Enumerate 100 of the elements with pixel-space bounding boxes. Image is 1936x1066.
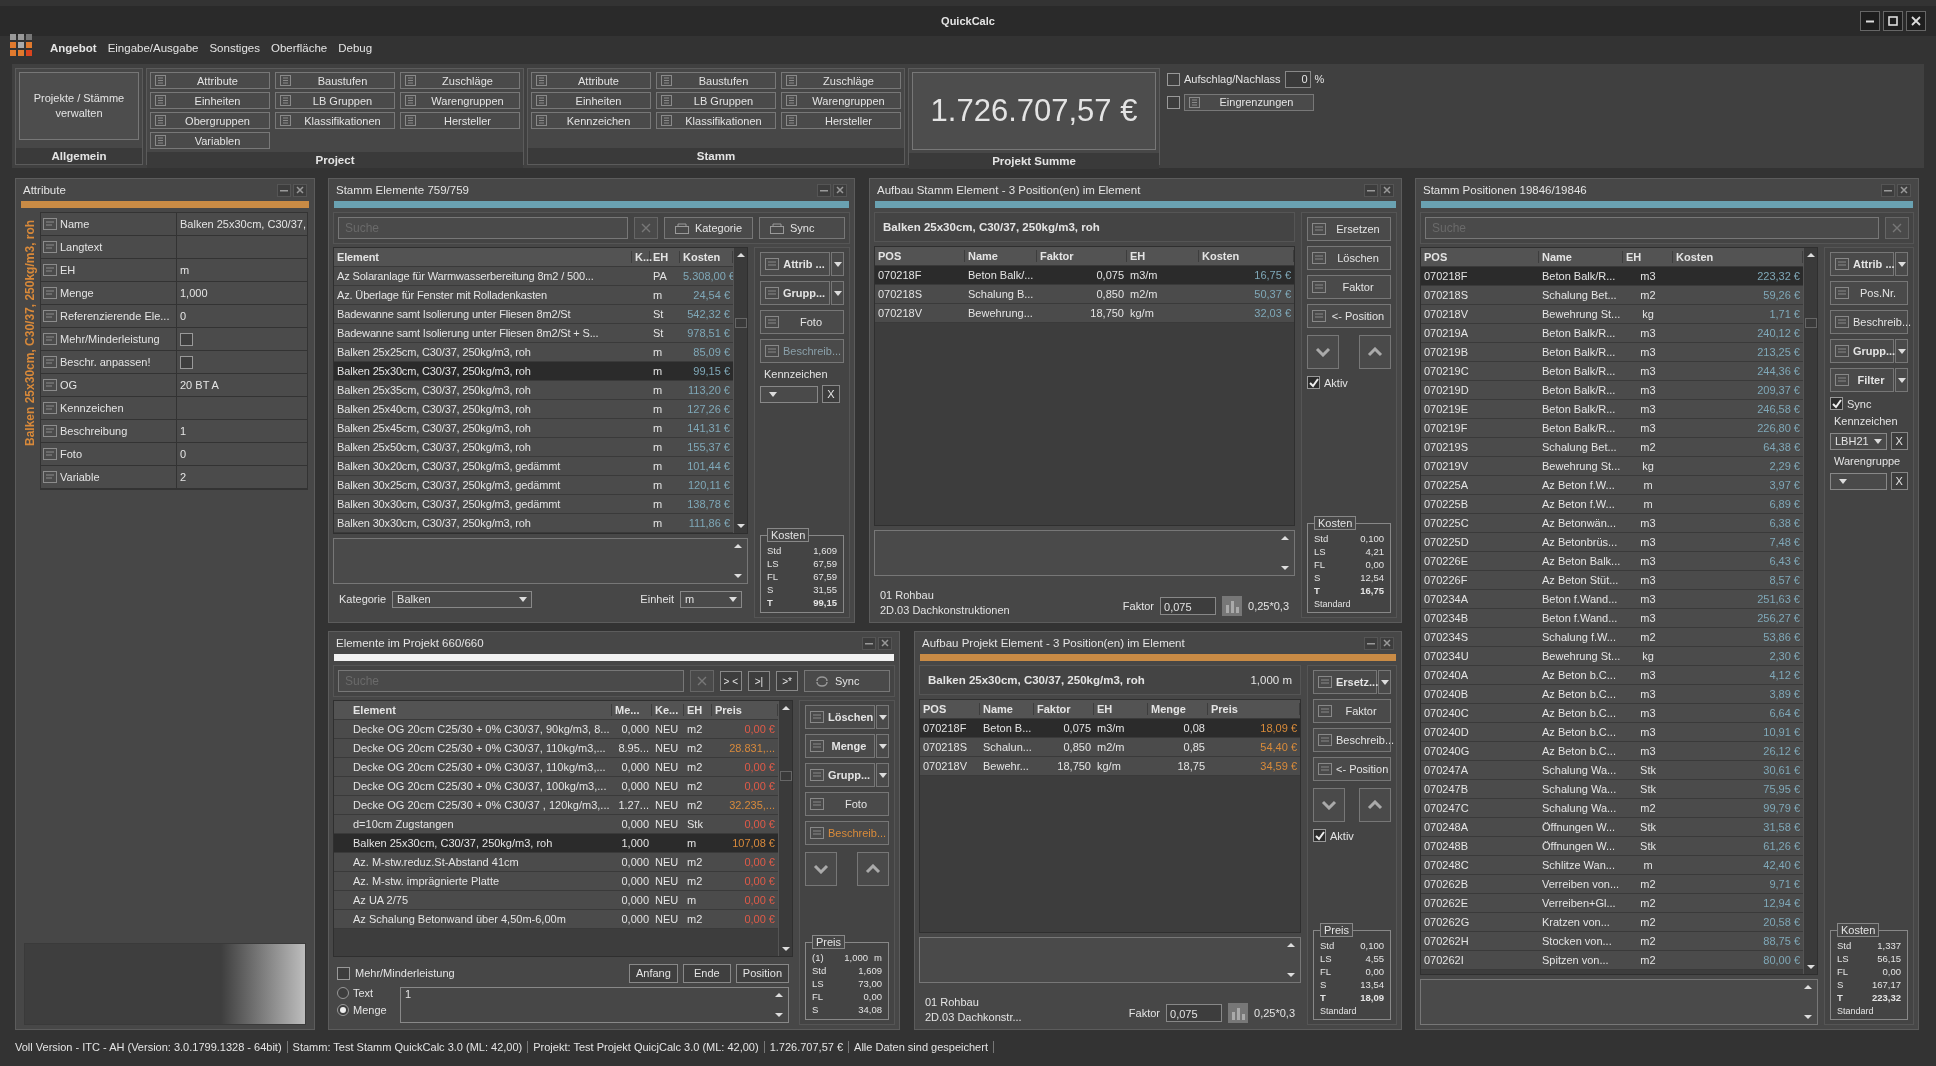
table-row[interactable]: 070225A Az Beton f.W... m 3,97 € [1421, 476, 1803, 495]
table-row[interactable]: 070262G Kratzen von... m2 20,58 € [1421, 913, 1803, 932]
table-row[interactable]: 070234B Beton f.Wand... m3 256,27 € [1421, 609, 1803, 628]
column-header[interactable]: Faktor [1034, 703, 1094, 715]
table-row[interactable]: Balken 25x40cm, C30/37, 250kg/m3, roh m 127,26 € [334, 400, 733, 419]
clear-button[interactable] [633, 217, 658, 239]
arrow-down-icon[interactable] [732, 572, 744, 580]
table-row[interactable]: 070248B Öffnungen W... Stk 61,26 € [1421, 837, 1803, 856]
close-button[interactable] [1906, 11, 1926, 31]
minimize-button[interactable] [1881, 183, 1895, 197]
ribbon-button[interactable]: Attribute [150, 72, 270, 89]
category-dropdown[interactable]: Balken [392, 590, 533, 608]
dropdown-button[interactable] [1895, 252, 1908, 276]
menu-item[interactable]: Debug [337, 42, 374, 54]
ribbon-button[interactable]: Obergruppen [150, 112, 270, 129]
side-button[interactable]: Ersetz... [1313, 670, 1377, 694]
attribute-value[interactable]: m [180, 264, 190, 276]
small-button[interactable]: Ende [682, 963, 731, 983]
table-row[interactable]: 070218V Bewehrung St... kg 1,71 € [1421, 305, 1803, 324]
small-button[interactable]: Anfang [629, 963, 678, 983]
table-row[interactable]: 070219B Beton Balk/R... m3 213,25 € [1421, 343, 1803, 362]
factor-field[interactable]: 0,075 [1160, 597, 1216, 615]
attribute-value[interactable]: 1,000 [180, 287, 208, 299]
side-button[interactable]: Faktor [1307, 275, 1391, 299]
table-row[interactable]: Balken 30x30cm, C30/37, 250kg/m3, roh m 111,86 € [334, 514, 733, 533]
navigation-button[interactable]: >* [776, 671, 798, 691]
table-row[interactable]: 070247B Schalung Wa... Stk 75,95 € [1421, 780, 1803, 799]
ribbon-button[interactable]: Kennzeichen [531, 112, 651, 129]
clear-button[interactable]: X [1890, 472, 1908, 490]
small-button[interactable]: Position [735, 963, 789, 983]
side-button[interactable]: Menge [805, 734, 875, 758]
column-header[interactable]: EH [684, 704, 712, 716]
scroll-thumb[interactable] [780, 771, 792, 781]
table-row[interactable]: Az Schalung Betonwand über 4,50m-6,00m 0,000 NEU m2 0,00 € [334, 910, 778, 929]
side-button[interactable]: Foto [805, 792, 889, 816]
manage-button[interactable]: Projekte / Stämme verwalten [19, 72, 139, 140]
column-header[interactable]: POS [1421, 251, 1539, 263]
table-row[interactable]: 070219E Beton Balk/R... m3 246,58 € [1421, 400, 1803, 419]
table-row[interactable]: 070226F Az Beton Stüt... m3 8,57 € [1421, 571, 1803, 590]
arrow-up-icon[interactable] [732, 542, 744, 550]
table-row[interactable]: 070234A Beton f.Wand... m3 251,63 € [1421, 590, 1803, 609]
ribbon-button[interactable]: Einheiten [150, 92, 270, 109]
radio-button[interactable] [337, 1004, 349, 1016]
table-row[interactable]: Balken 30x25cm, C30/37, 250kg/m3, gedämmt m 120,11 € [334, 476, 733, 495]
table-row[interactable]: Az. M-stw. imprägnierte Platte 0,000 NEU m2 0,00 € [334, 872, 778, 891]
ribbon-button[interactable]: Zuschläge [400, 72, 520, 89]
move-up-button[interactable] [1359, 788, 1391, 822]
table-row[interactable]: Badewanne samt Isolierung unter Fliesen 8m2/St St 542,32 € [334, 305, 733, 324]
scrollbar[interactable] [733, 248, 747, 533]
table-row[interactable]: d=10cm Zugstangen 0,000 NEU Stk 0,00 € [334, 815, 778, 834]
minimize-button[interactable] [862, 636, 876, 650]
checkbox[interactable] [337, 966, 350, 980]
minimize-button[interactable] [277, 183, 291, 197]
table-row[interactable]: Balken 30x20cm, C30/37, 250kg/m3, gedämmt m 101,44 € [334, 457, 733, 476]
table-row[interactable]: 070219D Beton Balk/R... m3 209,37 € [1421, 381, 1803, 400]
side-button[interactable]: Löschen [805, 705, 875, 729]
minimize-button[interactable] [1860, 11, 1880, 31]
dropdown-button[interactable] [1895, 368, 1908, 392]
dropdown-button[interactable] [876, 763, 889, 787]
column-header[interactable]: EH [1623, 251, 1673, 263]
side-button[interactable]: Beschreib... [1313, 728, 1391, 752]
checkbox[interactable] [180, 355, 193, 369]
arrow-up-icon[interactable] [1279, 534, 1291, 542]
menu-item[interactable]: Angebot [49, 42, 98, 54]
table-row[interactable]: 070219S Schalung Bet... m2 64,38 € [1421, 438, 1803, 457]
column-header[interactable]: Ke... [652, 704, 684, 716]
side-button[interactable]: Löschen [1307, 246, 1391, 270]
table-row[interactable]: 070218V Bewehrung... 18,750 kg/m 32,03 € [875, 304, 1294, 323]
checkbox[interactable] [180, 332, 193, 346]
ribbon-button[interactable]: Attribute [531, 72, 651, 89]
clear-button[interactable] [1885, 217, 1909, 239]
side-button[interactable]: Ersetzen [1307, 217, 1391, 241]
mark-dropdown[interactable] [760, 385, 818, 403]
table-row[interactable]: 070262B Verreiben von... m2 9,71 € [1421, 875, 1803, 894]
table-row[interactable]: 070219F Beton Balk/R... m3 226,80 € [1421, 419, 1803, 438]
table-row[interactable]: 070218V Bewehr... 18,750 kg/m 18,75 34,59 € [920, 757, 1300, 776]
table-row[interactable]: 070248C Schlitze Wan... m 42,40 € [1421, 856, 1803, 875]
side-button[interactable]: <- Position [1307, 304, 1391, 328]
table-row[interactable]: Decke OG 20cm C25/30 + 0% C30/37, 110kg/m3,... 8.95... NEU m2 28.831,... [334, 739, 778, 758]
arrow-down-icon[interactable] [1802, 1013, 1814, 1021]
table-row[interactable]: 070218F Beton Balk/R... m3 223,32 € [1421, 267, 1803, 286]
dropdown-button[interactable] [876, 705, 889, 729]
dropdown-button[interactable] [1378, 670, 1391, 694]
table-row[interactable]: 070218F Beton B... 0,075 m3/m 0,08 18,09 € [920, 719, 1300, 738]
table-row[interactable]: 070218S Schalun... 0,850 m2/m 0,85 54,40 € [920, 738, 1300, 757]
table-row[interactable]: 070219A Beton Balk/R... m3 240,12 € [1421, 324, 1803, 343]
mark-dropdown[interactable]: LBH21 [1830, 432, 1887, 450]
ribbon-button[interactable]: Warengruppen [400, 92, 520, 109]
move-down-button[interactable] [1313, 788, 1345, 822]
table-row[interactable]: 070262H Stocken von... m2 88,75 € [1421, 932, 1803, 951]
column-header[interactable]: POS [875, 250, 965, 262]
arrow-down-icon[interactable] [1285, 971, 1297, 979]
column-header[interactable]: Preis [1208, 703, 1300, 715]
table-row[interactable]: Decke OG 20cm C25/30 + 0% C30/37, 100kg/m3,... 0,000 NEU m2 0,00 € [334, 777, 778, 796]
ribbon-button[interactable]: Einheiten [531, 92, 651, 109]
ribbon-button[interactable]: Baustufen [656, 72, 776, 89]
table-row[interactable]: 070234S Schalung f.W... m2 53,86 € [1421, 628, 1803, 647]
column-header[interactable]: POS [920, 703, 980, 715]
arrow-up-icon[interactable] [1285, 941, 1297, 949]
move-up-button[interactable] [857, 852, 889, 886]
